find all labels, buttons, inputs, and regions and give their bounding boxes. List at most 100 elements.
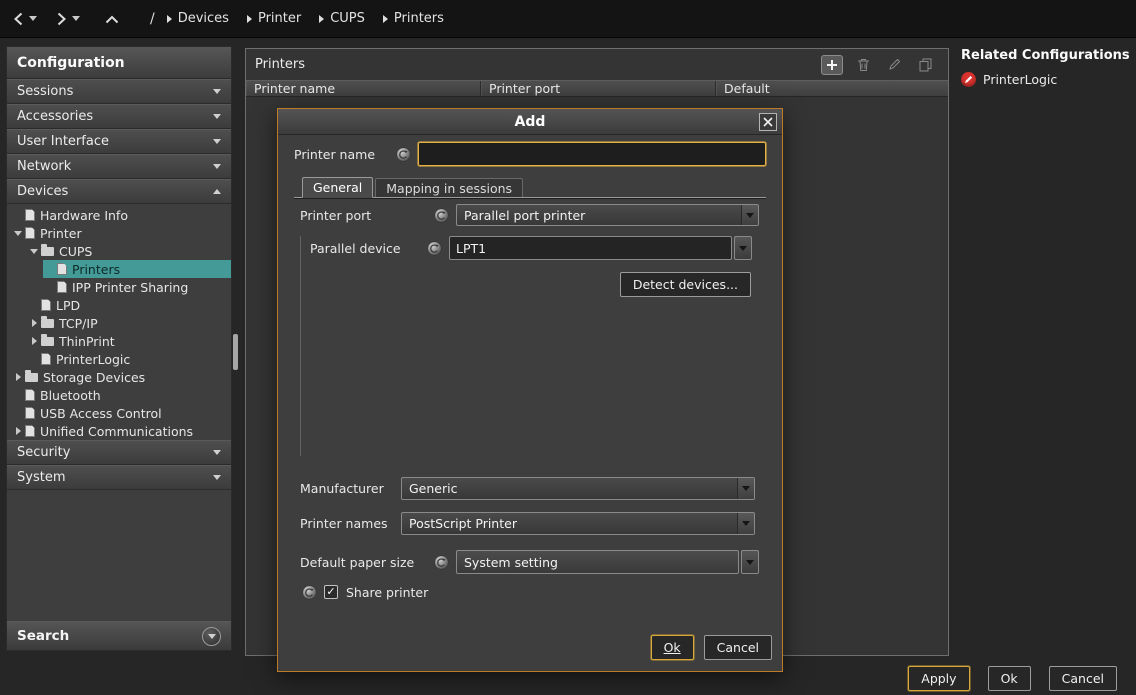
breadcrumb-item-cups[interactable]: CUPS: [319, 11, 365, 26]
default-paper-size-dropdown-button[interactable]: [741, 550, 759, 574]
reset-to-default-icon[interactable]: [302, 585, 317, 600]
reset-to-default-icon[interactable]: [427, 241, 442, 256]
related-configurations-panel: Related Configurations PrinterLogic: [961, 48, 1135, 87]
tree-item-label: Printers: [72, 262, 120, 277]
search-bar[interactable]: Search: [7, 621, 231, 650]
detect-devices-label: Detect devices...: [633, 277, 738, 292]
document-icon: [57, 263, 67, 275]
printers-panel-header: Printers: [246, 49, 948, 80]
sidebar-section-network[interactable]: Network: [7, 154, 231, 179]
expander-right-icon[interactable]: [27, 319, 41, 327]
checkmark-icon: ✓: [326, 586, 335, 597]
back-history-dropdown[interactable]: [29, 16, 37, 21]
expander-right-icon[interactable]: [11, 373, 25, 381]
tree-item-label: Printer: [40, 226, 82, 241]
plus-icon: [826, 59, 838, 71]
close-icon[interactable]: [759, 113, 777, 131]
printer-name-label: Printer name: [294, 147, 396, 162]
breadcrumb-item-printer[interactable]: Printer: [247, 11, 301, 26]
cancel-button[interactable]: Cancel: [1049, 666, 1117, 691]
apply-button[interactable]: Apply: [908, 666, 969, 691]
manufacturer-select[interactable]: Generic: [401, 477, 755, 500]
column-header-printer-name[interactable]: Printer name: [246, 81, 481, 96]
tree-item-cups[interactable]: CUPS: [7, 242, 231, 260]
tab-general[interactable]: General: [302, 177, 373, 198]
chevron-left-icon: [12, 11, 25, 27]
dialog-cancel-button[interactable]: Cancel: [704, 635, 772, 660]
sidebar-scrollbar-thumb[interactable]: [233, 334, 238, 370]
printer-names-select[interactable]: PostScript Printer: [401, 512, 755, 535]
column-header-default[interactable]: Default: [716, 81, 948, 96]
related-item-printerlogic[interactable]: PrinterLogic: [961, 72, 1135, 87]
tree-item-printerlogic[interactable]: PrinterLogic: [7, 350, 231, 368]
tree-item-tcp-ip[interactable]: TCP/IP: [7, 314, 231, 332]
up-level-button[interactable]: [102, 12, 122, 26]
tree-item-ipp-printer-sharing[interactable]: IPP Printer Sharing: [7, 278, 231, 296]
expander-right-icon[interactable]: [11, 427, 25, 435]
devices-tree: Hardware Info Printer CUPS Printers IPP …: [7, 204, 231, 440]
printer-port-select[interactable]: Parallel port printer: [456, 204, 759, 226]
sidebar-section-accessories[interactable]: Accessories: [7, 104, 231, 129]
related-configurations-title: Related Configurations: [961, 48, 1135, 63]
expander-down-icon[interactable]: [11, 231, 25, 236]
detect-devices-button[interactable]: Detect devices...: [620, 272, 751, 297]
tab-mapping-in-sessions[interactable]: Mapping in sessions: [375, 178, 523, 197]
chevron-down-icon: [208, 634, 216, 639]
sidebar-section-system[interactable]: System: [7, 465, 231, 490]
tree-item-printer[interactable]: Printer: [7, 224, 231, 242]
reset-to-default-icon[interactable]: [434, 208, 449, 223]
section-label: Network: [17, 159, 71, 174]
breadcrumb-root[interactable]: /: [150, 11, 155, 27]
forward-button[interactable]: [53, 9, 70, 29]
column-header-printer-port[interactable]: Printer port: [481, 81, 716, 96]
tree-item-lpd[interactable]: LPD: [7, 296, 231, 314]
search-label: Search: [17, 628, 69, 644]
reset-to-default-icon[interactable]: [396, 147, 411, 162]
top-navigation-bar: / Devices Printer CUPS Printers: [0, 0, 1136, 38]
tree-item-thinprint[interactable]: ThinPrint: [7, 332, 231, 350]
reset-to-default-icon[interactable]: [434, 555, 449, 570]
document-icon: [41, 353, 51, 365]
search-expand-button[interactable]: [202, 627, 221, 646]
tree-item-bluetooth[interactable]: Bluetooth: [7, 386, 231, 404]
printer-name-input[interactable]: [418, 142, 766, 166]
tree-item-hardware-info[interactable]: Hardware Info: [7, 206, 231, 224]
back-button[interactable]: [10, 9, 27, 29]
tree-item-storage-devices[interactable]: Storage Devices: [7, 368, 231, 386]
sidebar-section-devices[interactable]: Devices: [7, 179, 231, 204]
tree-item-label: PrinterLogic: [56, 352, 130, 367]
caret-down-icon: [72, 16, 80, 21]
sidebar-section-sessions[interactable]: Sessions: [7, 79, 231, 104]
printer-names-label: Printer names: [300, 516, 401, 531]
tree-item-printers[interactable]: Printers: [7, 260, 231, 278]
breadcrumb-item-devices[interactable]: Devices: [167, 11, 229, 26]
section-label: Security: [17, 445, 70, 460]
tree-item-unified-communications[interactable]: Unified Communications: [7, 422, 231, 440]
ok-button[interactable]: Ok: [988, 666, 1031, 691]
dialog-tab-bar: General Mapping in sessions: [278, 176, 782, 197]
tree-item-usb-access-control[interactable]: USB Access Control: [7, 404, 231, 422]
tree-item-label: LPD: [56, 298, 80, 313]
document-icon: [25, 389, 35, 401]
parallel-device-input[interactable]: [449, 236, 732, 260]
chevron-down-icon: [213, 475, 221, 480]
expander-down-icon[interactable]: [27, 249, 41, 254]
add-printer-button[interactable]: [821, 55, 843, 75]
parallel-device-label: Parallel device: [310, 241, 427, 256]
sidebar-section-security[interactable]: Security: [7, 440, 231, 465]
copy-printer-button[interactable]: [914, 55, 936, 75]
share-printer-checkbox[interactable]: ✓: [324, 585, 338, 599]
breadcrumb-arrow-icon: [247, 15, 252, 23]
forward-history-dropdown[interactable]: [72, 16, 80, 21]
sidebar-section-user-interface[interactable]: User Interface: [7, 129, 231, 154]
breadcrumb-item-printers[interactable]: Printers: [383, 11, 444, 26]
combo-arrow-zone: [737, 513, 754, 534]
parallel-device-dropdown-button[interactable]: [734, 236, 752, 260]
dialog-ok-button[interactable]: Ok: [651, 635, 694, 660]
delete-printer-button[interactable]: [852, 55, 874, 75]
dialog-titlebar[interactable]: Add: [278, 109, 782, 135]
edit-printer-button[interactable]: [883, 55, 905, 75]
default-paper-size-field[interactable]: System setting: [456, 550, 739, 574]
document-icon: [57, 281, 67, 293]
expander-right-icon[interactable]: [27, 337, 41, 345]
